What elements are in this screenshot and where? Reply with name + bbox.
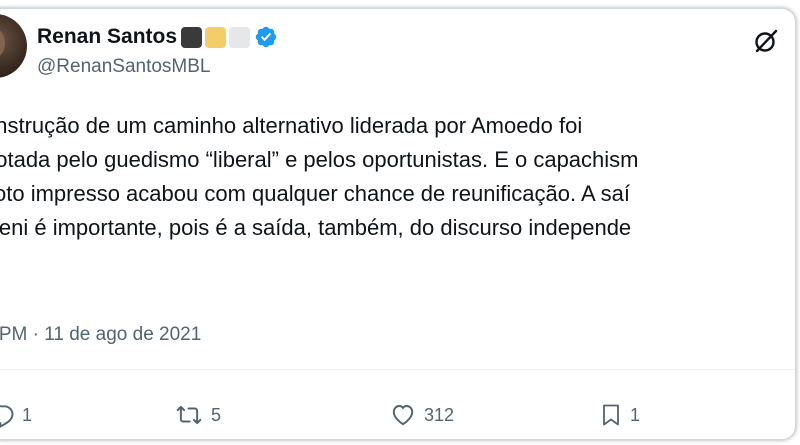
retweet-icon [174,402,204,428]
heart-icon [389,402,417,428]
reply-icon [0,402,15,428]
like-button[interactable]: 312 [389,401,454,429]
reply-count: 1 [22,404,33,425]
verified-badge-icon [254,25,278,49]
reply-button[interactable]: 1 [0,401,32,429]
tweet-text: onstrução de um caminho alternativo lide… [0,109,639,245]
tweet-line: Heni é importante, pois é a saída, també… [0,215,632,240]
tweet-line: potada pelo guedismo “liberal” e pelos o… [0,147,639,172]
yellow-square-emoji [205,26,227,48]
divider [0,369,795,370]
tweet-card: Renan Santos @RenanSantosMBL onstrução d… [0,8,796,440]
bookmark-count: 1 [630,404,641,425]
retweet-count: 5 [211,404,222,425]
tweet-line: onstrução de um caminho alternativo lide… [0,113,583,138]
avatar[interactable] [0,14,27,78]
author-handle[interactable]: @RenanSantosMBL [37,56,211,78]
retweet-button[interactable]: 5 [174,401,221,429]
tweet-timestamp[interactable]: 5 PM · 11 de ago de 2021 [0,324,201,346]
like-count: 312 [424,404,455,425]
bookmark-button[interactable]: 1 [599,401,640,429]
bookmark-icon [599,401,623,429]
black-square-emoji [181,26,203,48]
tweet-line: voto impresso acabou com qualquer chance… [0,181,630,206]
grok-icon[interactable] [752,27,780,55]
author-name[interactable]: Renan Santos [37,25,177,49]
author-row: Renan Santos [37,24,278,50]
white-square-emoji [229,26,251,48]
